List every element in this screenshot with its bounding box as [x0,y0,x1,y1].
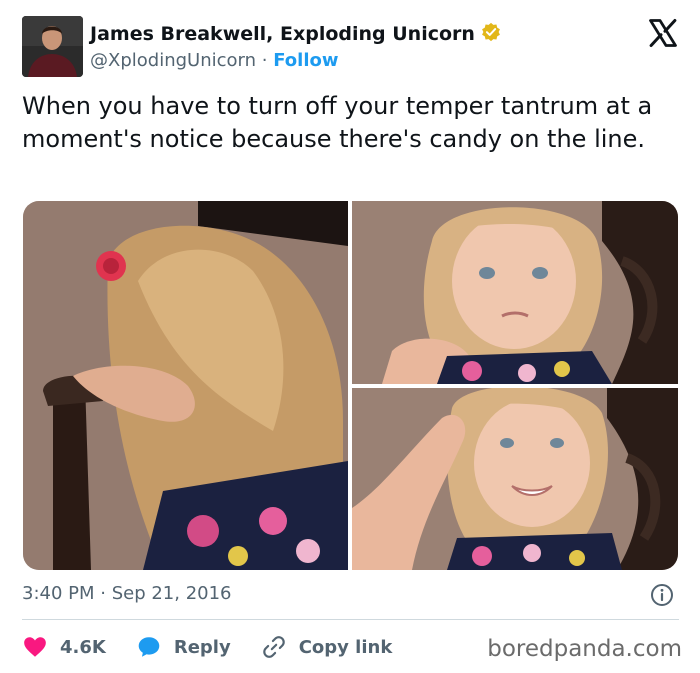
media-grid[interactable] [23,201,678,570]
photo-crying-girl[interactable] [23,201,348,570]
tweet-text: When you have to turn off your temper ta… [22,92,653,153]
copy-link-button[interactable]: Copy link [261,634,393,660]
handle-row: @XplodingUnicorn · Follow [90,50,501,71]
reply-bubble-icon [138,637,160,657]
tweet-header: James Breakwell, Exploding Unicorn @Xplo… [22,16,682,78]
handle-separator: · [261,50,268,71]
divider [22,619,679,620]
follow-button[interactable]: Follow [273,50,338,71]
photo-smiling-girl[interactable] [352,388,678,570]
reply-button[interactable]: Reply [136,634,231,660]
x-logo-icon[interactable] [648,18,678,48]
author-avatar[interactable] [22,16,83,77]
photo-pouting-girl[interactable] [352,201,678,384]
author-info: James Breakwell, Exploding Unicorn @Xplo… [90,22,501,71]
author-handle[interactable]: @XplodingUnicorn [90,50,256,71]
link-icon [262,636,285,658]
heart-icon [24,637,46,657]
tweet-timestamp[interactable]: 3:40 PM · Sep 21, 2016 [22,583,232,604]
copy-link-label: Copy link [298,636,393,658]
like-count: 4.6K [60,636,106,658]
verified-badge-icon [481,22,501,46]
source-watermark: boredpanda.com [487,636,682,662]
action-bar: 4.6K Reply Copy link [22,630,422,664]
reply-label: Reply [173,636,231,658]
like-button[interactable]: 4.6K [22,634,106,660]
info-icon[interactable] [650,583,674,607]
author-name[interactable]: James Breakwell, Exploding Unicorn [90,23,475,45]
